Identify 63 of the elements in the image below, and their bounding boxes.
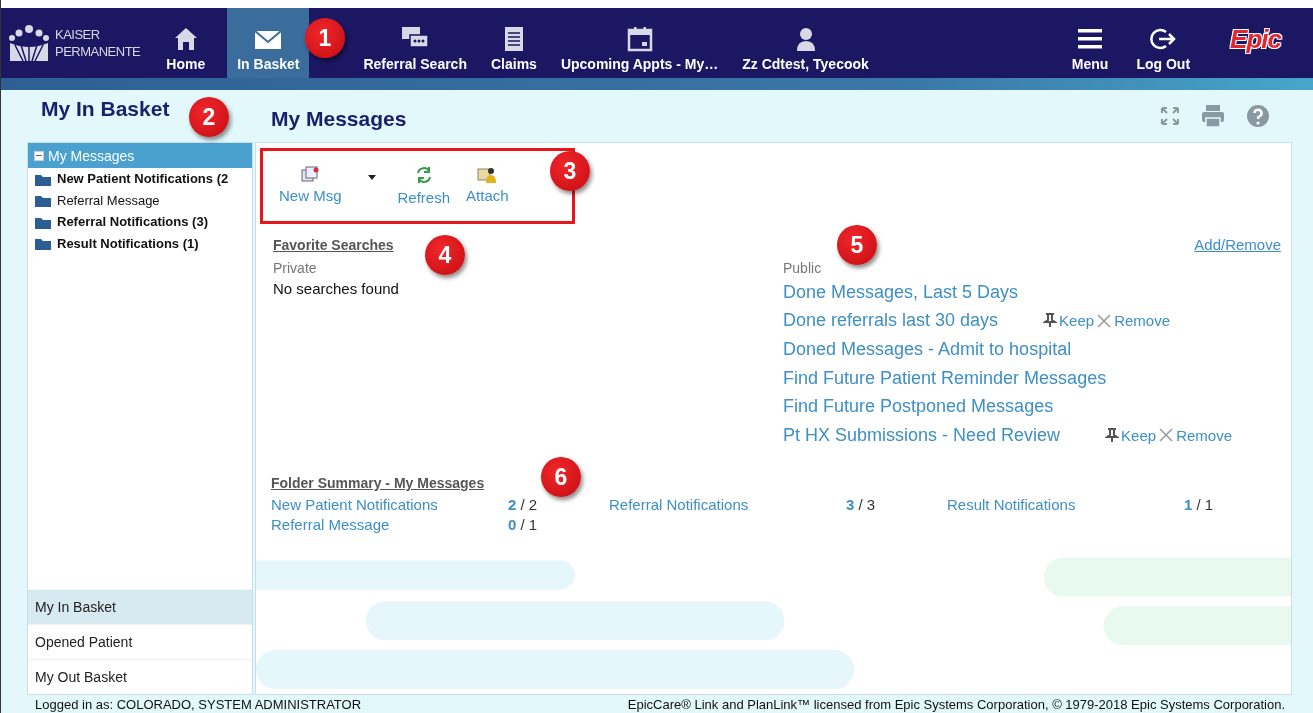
calendar-icon <box>625 25 654 53</box>
folder-link[interactable]: Result Notifications <box>947 495 1184 513</box>
nav-tab[interactable]: Upcoming Appts - My… <box>550 8 729 78</box>
search-link[interactable]: Find Future Postponed Messages <box>783 396 1054 418</box>
remove-icon <box>1096 312 1113 329</box>
toolbar-button[interactable]: Refresh <box>389 165 459 206</box>
nav-tab[interactable]: Zz Cdtest, Tyecook <box>732 8 879 78</box>
help-icon[interactable] <box>1246 104 1270 128</box>
toolbar-button[interactable]: Log Out <box>1126 8 1201 78</box>
search-link[interactable]: Done referrals last 30 days <box>783 310 999 332</box>
add-remove-link[interactable]: Add/Remove <box>1194 236 1281 253</box>
logo-text: KAISER PERMANENTE <box>55 26 141 60</box>
expand-icon[interactable] <box>1160 106 1180 126</box>
group-label: Public <box>783 260 823 276</box>
folder-link[interactable]: Referral Message <box>271 515 508 533</box>
remove-icon <box>1158 427 1175 444</box>
search-link[interactable]: Doned Messages - Admit to hospital <box>783 339 1072 360</box>
folder-icon <box>35 236 51 251</box>
search-link[interactable]: Done Messages, Last 5 Days <box>783 281 1019 303</box>
toolbar-button[interactable]: Attach <box>458 165 517 204</box>
nav-tab[interactable]: Referral Search <box>353 8 477 78</box>
section-heading: Favorite Searches <box>273 237 395 253</box>
pin-icon <box>1105 427 1120 443</box>
folder-item[interactable]: Result Notifications (1) <box>28 232 252 254</box>
toolbar-button[interactable]: Menu <box>1061 8 1119 78</box>
keep-link[interactable]: Keep <box>1121 426 1157 444</box>
message-count: 2 / 2 <box>508 495 539 513</box>
section-heading: Folder Summary - My Messages <box>271 474 485 491</box>
keep-link[interactable]: Keep <box>1059 312 1095 330</box>
message-count: 3 / 3 <box>846 495 877 513</box>
logo-icon <box>9 23 49 63</box>
print-icon[interactable] <box>1200 103 1226 129</box>
collapse-icon[interactable] <box>34 150 44 161</box>
search-link[interactable]: Pt HX Submissions - Need Review <box>783 424 1061 446</box>
folder-item[interactable]: Referral Notifications (3) <box>28 211 252 233</box>
folder-link[interactable]: New Patient Notifications <box>271 495 508 513</box>
status-text: Logged in as: COLORADO, SYSTEM ADMINISTRATOR <box>35 696 362 712</box>
folder-item[interactable]: Referral Message <box>28 189 252 211</box>
remove-link[interactable]: Remove <box>1114 312 1170 330</box>
dropdown-caret-icon <box>367 175 376 180</box>
message-count: 0 / 1 <box>508 515 539 533</box>
new-message-icon <box>300 165 321 183</box>
page-title: My Messages <box>271 106 408 131</box>
brand-logo: Epic <box>1230 23 1281 55</box>
folder-item[interactable]: New Patient Notifications (2 <box>28 168 252 190</box>
attach-icon <box>477 165 498 183</box>
tree-item[interactable]: My Messages <box>28 143 252 168</box>
empty-message: No searches found <box>273 280 400 297</box>
nav-tab[interactable]: Claims <box>480 8 547 78</box>
folder-icon <box>35 193 51 208</box>
group-label: Private <box>273 260 318 276</box>
panel-title: My In Basket <box>41 97 170 121</box>
nav-tab[interactable]: In Basket <box>227 8 310 78</box>
copyright-text: EpicCare® Link and PlanLink™ licensed from Epic Systems Corporation, © 1979-2018 Epic Systems Corporation. <box>627 696 1285 712</box>
remove-link[interactable]: Remove <box>1176 426 1232 444</box>
pin-icon <box>1043 313 1058 329</box>
toolbar-button[interactable]: New Msg <box>271 165 390 204</box>
search-link[interactable]: Find Future Patient Reminder Messages <box>783 367 1107 389</box>
nav-tab[interactable]: Home <box>156 8 216 78</box>
message-count: 1 / 1 <box>1184 495 1215 513</box>
sidebar-tab[interactable]: My In Basket <box>28 589 252 624</box>
folder-link[interactable]: Referral Notifications <box>609 495 846 513</box>
callout-badge: 2 <box>189 97 229 137</box>
